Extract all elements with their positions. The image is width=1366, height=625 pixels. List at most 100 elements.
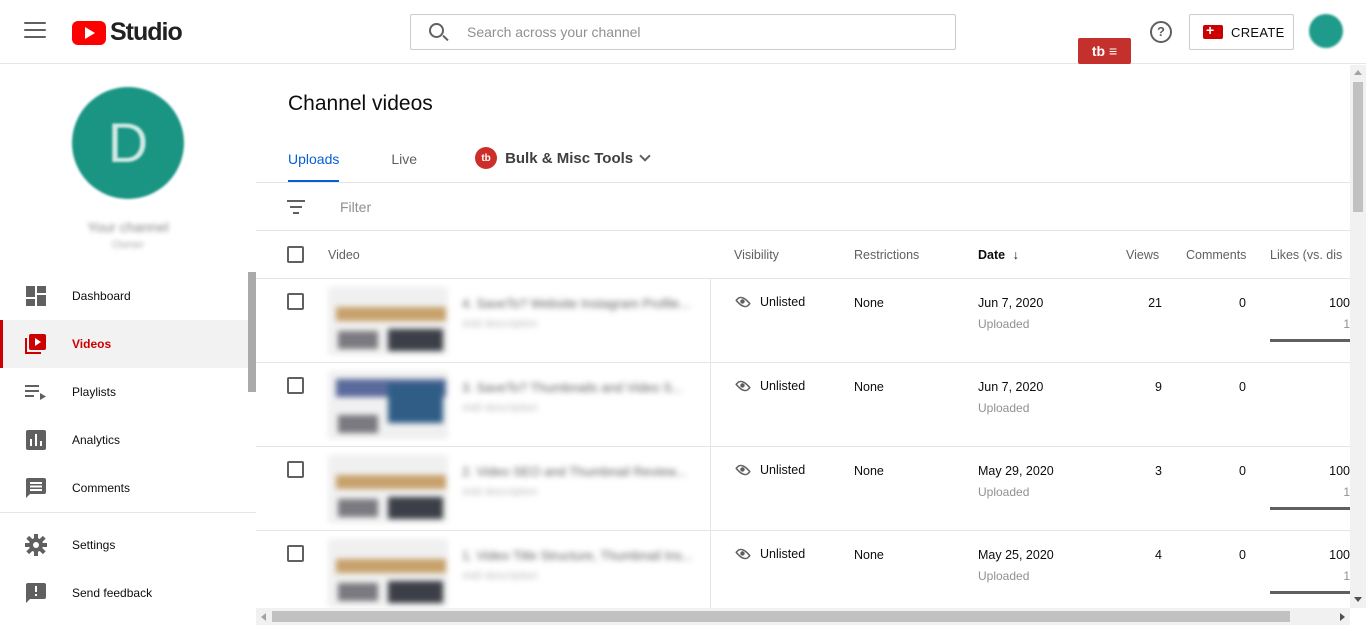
sidebar-item-playlists[interactable]: Playlists [0, 368, 248, 416]
row-checkbox[interactable] [287, 377, 304, 394]
video-description: Add description [462, 402, 538, 414]
likes-count: 1 [1343, 317, 1350, 331]
column-comments[interactable]: Comments [1186, 248, 1246, 262]
logo-text: Studio [110, 18, 183, 46]
date-cell: Jun 7, 2020 [978, 380, 1044, 394]
sidebar: D Your channel Owner Dashboard Videos Pl… [0, 65, 256, 625]
likes-count: 1 [1343, 569, 1350, 583]
tab-live[interactable]: Live [391, 135, 417, 182]
vertical-scrollbar[interactable] [1350, 65, 1366, 608]
column-date[interactable]: Date ↓ [978, 248, 1019, 262]
date-cell: May 29, 2020 [978, 464, 1054, 478]
create-video-icon [1203, 22, 1223, 39]
sidebar-scrollbar[interactable] [248, 272, 256, 392]
date-status: Uploaded [978, 569, 1030, 583]
likes-ratio-bar [1270, 339, 1350, 342]
video-title[interactable]: 2. Video SEO and Thumbnail Review... [462, 464, 686, 479]
select-all-checkbox[interactable] [287, 246, 304, 263]
video-description: Add description [462, 318, 538, 330]
row-checkbox[interactable] [287, 461, 304, 478]
video-row[interactable]: 4. SaveTo? Website Instagram Profile... A… [256, 279, 1350, 363]
sidebar-item-videos[interactable]: Videos [0, 320, 248, 368]
horizontal-scrollbar[interactable] [256, 608, 1350, 625]
column-restrictions[interactable]: Restrictions [854, 248, 919, 262]
video-description: Add description [462, 486, 538, 498]
feedback-icon [25, 582, 47, 604]
channel-name: Your channel [87, 219, 169, 235]
tab-uploads[interactable]: Uploads [288, 135, 340, 182]
column-date-label: Date [978, 248, 1006, 262]
vertical-scroll-thumb[interactable] [1353, 82, 1363, 212]
date-cell: Jun 7, 2020 [978, 296, 1044, 310]
table-header: Video Visibility Restrictions Date ↓ Vie… [256, 231, 1350, 279]
scroll-left-arrow-icon[interactable] [261, 613, 266, 621]
column-visibility[interactable]: Visibility [734, 248, 779, 262]
search-input[interactable] [467, 24, 927, 40]
filter-bar[interactable]: Filter [256, 183, 1350, 231]
sidebar-item-comments[interactable]: Comments [0, 464, 248, 512]
create-button[interactable]: CREATE [1189, 14, 1294, 50]
tubebuddy-icon: tb [475, 147, 498, 169]
video-title[interactable]: 3. SaveTo? Thumbnails and Video S... [462, 380, 683, 395]
sidebar-item-label: Analytics [72, 433, 121, 447]
video-row[interactable]: 2. Video SEO and Thumbnail Review... Add … [256, 447, 1350, 531]
comments-cell: 0 [1239, 380, 1246, 394]
row-checkbox[interactable] [287, 293, 304, 310]
visibility-cell[interactable]: Unlisted [734, 378, 805, 394]
sidebar-item-analytics[interactable]: Analytics [0, 416, 248, 464]
restrictions-cell: None [854, 548, 884, 562]
sidebar-divider [0, 512, 256, 513]
scroll-right-arrow-icon[interactable] [1340, 613, 1345, 621]
comments-cell: 0 [1239, 296, 1246, 310]
visibility-cell[interactable]: Unlisted [734, 294, 805, 310]
date-status: Uploaded [978, 317, 1030, 331]
video-thumbnail[interactable] [328, 287, 448, 355]
youtube-play-icon [72, 20, 106, 45]
filter-input[interactable]: Filter [340, 199, 371, 215]
channel-avatar[interactable]: D [72, 87, 184, 199]
video-thumbnail[interactable] [328, 371, 448, 439]
video-row[interactable]: 3. SaveTo? Thumbnails and Video S... Add … [256, 363, 1350, 447]
visibility-label: Unlisted [760, 463, 806, 477]
account-avatar[interactable] [1309, 14, 1343, 48]
column-divider [710, 447, 711, 531]
column-views[interactable]: Views [1126, 248, 1159, 262]
likes-count: 1 [1343, 485, 1350, 499]
views-cell: 9 [1155, 380, 1162, 394]
sort-arrow-icon: ↓ [1012, 248, 1019, 262]
sidebar-item-settings[interactable]: Settings [0, 521, 248, 569]
likes-ratio-bar [1270, 507, 1350, 510]
visibility-label: Unlisted [760, 547, 806, 561]
filter-icon[interactable] [287, 200, 305, 218]
video-title[interactable]: 1. Video Title Structure, Thumbnail Ins.… [462, 548, 693, 563]
row-checkbox[interactable] [287, 545, 304, 562]
sidebar-item-dashboard[interactable]: Dashboard [0, 272, 248, 320]
chevron-down-icon [639, 150, 651, 162]
bulk-misc-tools-dropdown[interactable]: tb Bulk & Misc Tools [475, 135, 651, 169]
video-thumbnail[interactable] [328, 455, 448, 523]
visibility-cell[interactable]: Unlisted [734, 546, 806, 562]
likes-cell: 100 [1329, 548, 1350, 562]
restrictions-cell: None [854, 464, 884, 478]
restrictions-cell: None [854, 296, 884, 310]
tubebuddy-menu-button[interactable]: tb ≡ [1078, 38, 1131, 64]
video-thumbnail[interactable] [328, 539, 448, 607]
column-divider [710, 531, 711, 608]
scroll-up-arrow-icon[interactable] [1354, 70, 1362, 75]
hamburger-menu-icon[interactable] [24, 22, 46, 42]
video-row[interactable]: 1. Video Title Structure, Thumbnail Ins.… [256, 531, 1350, 608]
sidebar-item-label: Settings [72, 538, 116, 552]
date-status: Uploaded [978, 485, 1030, 499]
horizontal-scroll-thumb[interactable] [272, 611, 1290, 622]
likes-cell: 100 [1329, 464, 1350, 478]
column-likes[interactable]: Likes (vs. dis [1270, 248, 1342, 262]
video-title[interactable]: 4. SaveTo? Website Instagram Profile... [462, 296, 690, 311]
scroll-down-arrow-icon[interactable] [1354, 597, 1362, 602]
help-icon[interactable]: ? [1150, 21, 1172, 43]
studio-logo[interactable]: Studio [72, 18, 183, 47]
sidebar-item-send-feedback[interactable]: Send feedback [0, 569, 248, 617]
likes-cell: 100 [1329, 296, 1350, 310]
search-box[interactable] [410, 14, 956, 50]
visibility-cell[interactable]: Unlisted [734, 462, 806, 478]
search-icon[interactable] [425, 14, 465, 50]
